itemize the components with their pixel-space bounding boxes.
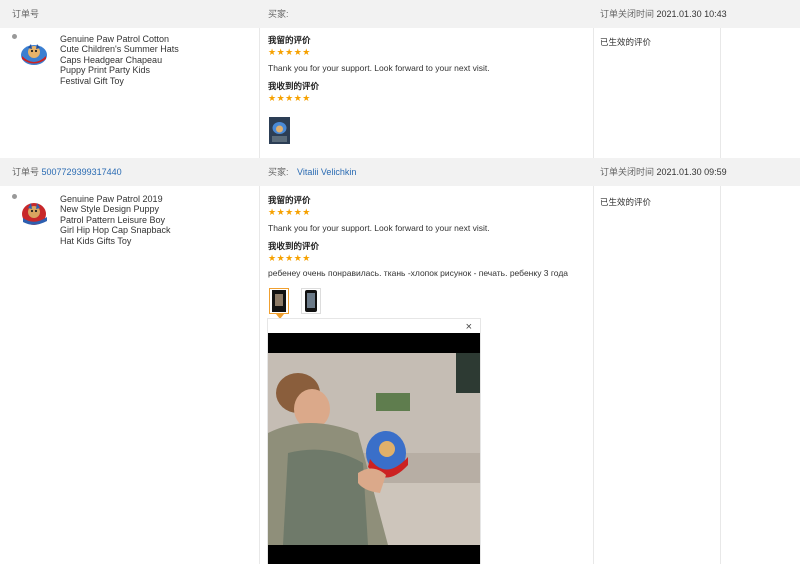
- review-status: 已生效的评价: [600, 197, 652, 207]
- close-time-value: 2021.01.30 09:59: [656, 167, 727, 177]
- received-review-text: ребенеу очень понравилась. ткань -хлопок…: [268, 268, 569, 278]
- column-divider: [593, 0, 594, 564]
- review-list: 订单号 买家: 订单关闭时间 2021.01.30 10:43 Genuine …: [0, 0, 800, 564]
- product-thumbnail[interactable]: [19, 198, 49, 228]
- order-number: 订单号 5007729399317440: [12, 158, 122, 186]
- review-photo-thumbnail[interactable]: [269, 288, 289, 314]
- my-review-star-icons: ★★★★★: [268, 207, 311, 217]
- close-time-label: 订单关闭时间: [600, 167, 655, 177]
- product-title[interactable]: Genuine Paw Patrol 2019 New Style Design…: [60, 194, 180, 246]
- my-review-text: Thank you for your support. Look forward…: [268, 63, 490, 73]
- order-number-label: 订单号: [12, 167, 40, 177]
- review-photo-thumbnail[interactable]: [301, 288, 321, 314]
- order-number-link[interactable]: 5007729399317440: [42, 167, 122, 177]
- close-time-value: 2021.01.30 10:43: [656, 9, 727, 19]
- review-status: 已生效的评价: [600, 37, 652, 47]
- close-icon[interactable]: ×: [466, 321, 472, 333]
- my-review-label: 我留的评价: [268, 195, 311, 205]
- photo-icon: [272, 290, 286, 312]
- photo-icon: [305, 290, 317, 312]
- buyer: 买家:: [268, 0, 289, 28]
- received-review-label: 我收到的评价: [268, 81, 320, 91]
- order-number: 订单号: [12, 0, 39, 28]
- my-review-label: 我留的评价: [268, 35, 311, 45]
- pin-icon: [12, 34, 17, 39]
- order-number-label: 订单号: [12, 9, 40, 19]
- column-divider: [259, 0, 260, 564]
- received-review-label: 我收到的评价: [268, 241, 320, 251]
- product-thumbnail[interactable]: [19, 38, 49, 68]
- close-time: 订单关闭时间 2021.01.30 09:59: [600, 158, 727, 186]
- received-review-star-icons: ★★★★★: [268, 93, 311, 103]
- order-header: 订单号 买家: 订单关闭时间 2021.01.30 10:43: [0, 0, 800, 28]
- review-photo: [268, 333, 480, 564]
- close-time: 订单关闭时间 2021.01.30 10:43: [600, 0, 727, 28]
- column-divider: [720, 0, 721, 564]
- received-review-star-icons: ★★★★★: [268, 253, 311, 263]
- photo-viewer-image[interactable]: [268, 333, 480, 564]
- pin-icon: [12, 194, 17, 199]
- buyer-name-link[interactable]: Vitalii Velichkin: [297, 167, 356, 177]
- order-header: 订单号 5007729399317440 买家: Vitalii Velichk…: [0, 158, 800, 186]
- buyer-label: 买家:: [268, 167, 289, 177]
- my-review-star-icons: ★★★★★: [268, 47, 311, 57]
- review-block: 我留的评价 ★★★★★ Thank you for your support. …: [268, 194, 593, 280]
- buyer-label: 买家:: [268, 9, 289, 19]
- buyer: 买家: Vitalii Velichkin: [268, 158, 356, 186]
- product-title[interactable]: Genuine Paw Patrol Cotton Cute Children'…: [60, 34, 180, 86]
- close-time-label: 订单关闭时间: [600, 9, 655, 19]
- review-block: 我留的评价 ★★★★★ Thank you for your support. …: [268, 34, 593, 104]
- my-review-text: Thank you for your support. Look forward…: [268, 223, 490, 233]
- photo-viewer: ×: [267, 318, 481, 564]
- review-photo-thumbnail[interactable]: [269, 117, 290, 144]
